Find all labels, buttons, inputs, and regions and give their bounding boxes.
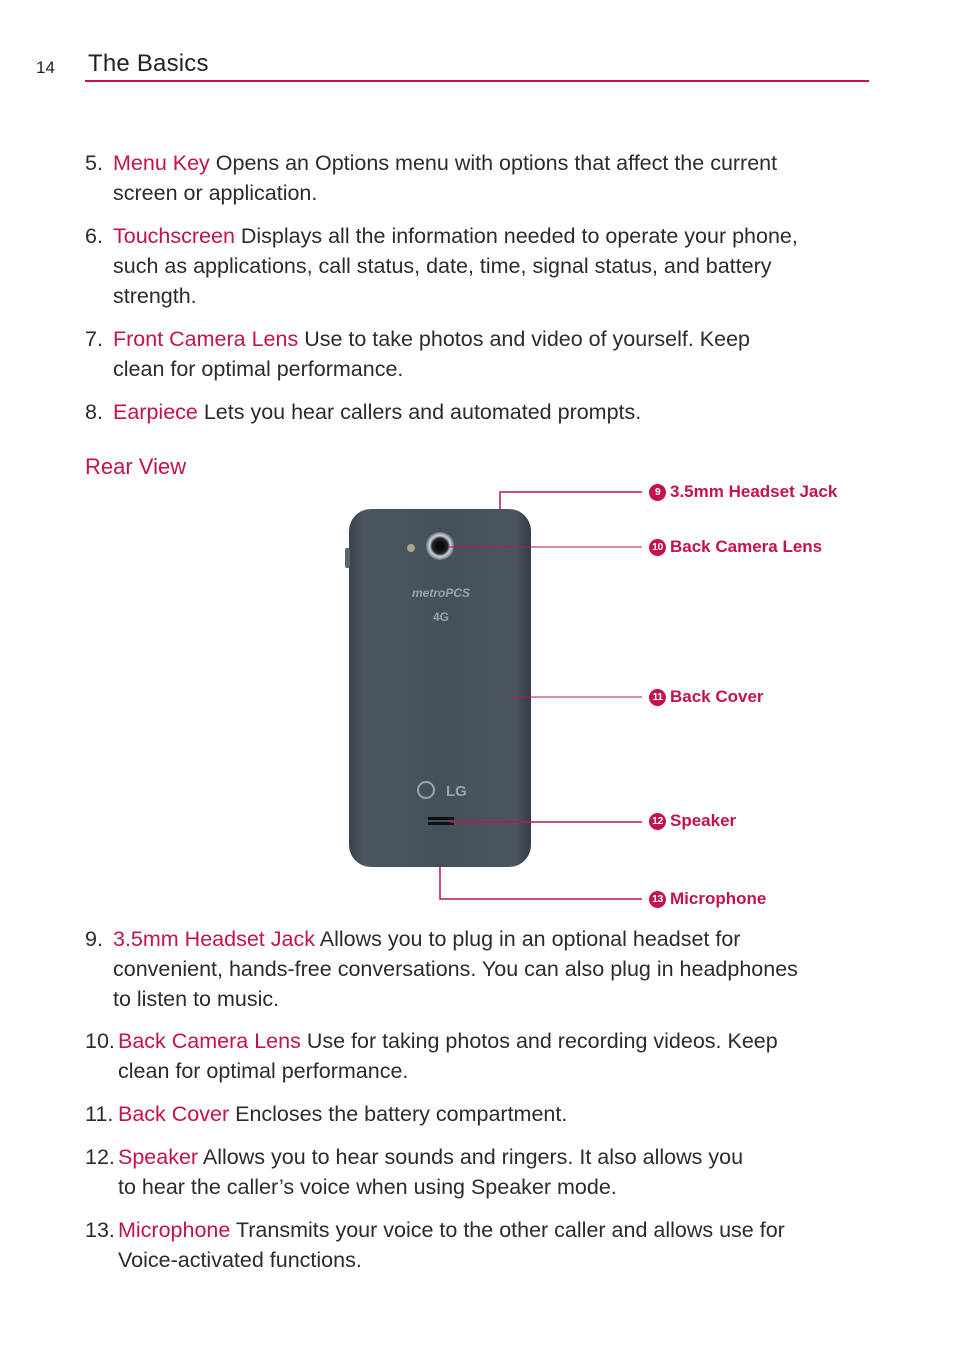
item-number: 9. [85,927,103,951]
list-item-headset-jack: 9. 3.5mm Headset Jack Allows you to plug… [85,924,875,1014]
flash-icon [407,544,415,552]
callout-number-badge: 13 [649,890,666,908]
rear-view-heading: Rear View [85,454,187,479]
item-description: Use to take photos and video of yourself… [298,327,751,351]
item-term: Speaker [118,1145,199,1169]
callout-line-headset-jack [499,491,642,509]
callout-label: Back Camera Lens [670,537,823,556]
callout-label: Microphone [670,889,767,908]
item-term: 3.5mm Headset Jack [113,927,315,951]
item-description-cont: clean for optimal performance. [113,357,404,381]
callout-label: 3.5mm Headset Jack [670,482,838,501]
item-description-cont: Voice-activated functions. [118,1248,362,1272]
section-title: The Basics [88,50,209,77]
phone-logo-text: LG [446,783,467,800]
item-description-cont: convenient, hands-free conversations. Yo… [113,957,798,981]
list-item-touchscreen: 6. Touchscreen Displays all the informat… [85,221,875,311]
item-description-cont: such as applications, call status, date,… [113,254,772,278]
callout-back-cover: 11 Back Cover [649,687,764,707]
item-description-cont: to listen to music. [113,987,280,1011]
item-description: Transmits your voice to the other caller… [230,1218,785,1242]
item-number: 10. [85,1029,115,1053]
callout-back-camera-lens: 10 Back Camera Lens [649,537,822,557]
item-description: Allows you to plug in an optional headse… [314,927,741,951]
list-item-back-camera-lens: 10. Back Camera Lens Use for taking phot… [85,1026,875,1086]
item-term: Touchscreen [113,224,235,248]
item-number: 11. [85,1102,114,1126]
list-item-microphone: 13. Microphone Transmits your voice to t… [85,1215,875,1275]
item-description: Opens an Options menu with options that … [209,151,778,175]
callout-microphone: 13 Microphone [649,889,766,909]
item-description-cont: clean for optimal performance. [118,1059,409,1083]
item-description: Lets you hear callers and automated prom… [197,400,642,424]
header-divider [85,80,869,82]
item-number: 8. [85,400,103,424]
callout-speaker: 12 Speaker [649,811,736,831]
item-description: Allows you to hear sounds and ringers. I… [198,1145,744,1169]
item-term: Back Cover [118,1102,230,1126]
item-number: 12. [85,1145,115,1169]
item-term: Front Camera Lens [113,327,299,351]
item-description: Use for taking photos and recording vide… [300,1029,778,1053]
phone-back-image [349,509,531,867]
item-term: Microphone [118,1218,231,1242]
item-description: Encloses the battery compartment. [229,1102,568,1126]
item-number: 13. [85,1218,115,1242]
item-number: 6. [85,224,103,248]
list-item-earpiece: 8. Earpiece Lets you hear callers and au… [85,397,875,427]
item-description-cont: strength. [113,284,197,308]
item-description-cont: screen or application. [113,181,318,205]
list-item-front-camera-lens: 7. Front Camera Lens Use to take photos … [85,324,875,384]
item-number: 7. [85,327,103,351]
callout-line-microphone [439,867,642,900]
callout-number-badge: 12 [649,812,666,830]
page-number: 14 [36,58,55,77]
speaker-grille-icon [428,817,454,820]
item-term: Back Camera Lens [118,1029,301,1053]
list-item-menu-key: 5. Menu Key Opens an Options menu with o… [85,148,875,208]
item-term: Menu Key [113,151,210,175]
lg-logo-icon [417,781,435,799]
phone-brand-text: metroPCS [412,586,470,600]
callout-label: Speaker [670,811,737,830]
callout-label: Back Cover [670,687,764,706]
callout-number-badge: 11 [649,688,666,706]
callout-number-badge: 10 [649,538,666,556]
item-number: 5. [85,151,103,175]
phone-side-button [345,548,350,568]
item-description: Displays all the information needed to o… [234,224,798,248]
list-item-speaker: 12. Speaker Allows you to hear sounds an… [85,1142,875,1202]
callout-number-badge: 9 [649,483,666,501]
callout-headset-jack: 9 3.5mm Headset Jack [649,482,837,502]
back-camera-lens-icon [426,532,454,560]
item-description-cont: to hear the caller’s voice when using Sp… [118,1175,617,1199]
phone-network-text: 4G [433,610,449,624]
item-term: Earpiece [113,400,198,424]
list-item-back-cover: 11. Back Cover Encloses the battery comp… [85,1099,875,1129]
